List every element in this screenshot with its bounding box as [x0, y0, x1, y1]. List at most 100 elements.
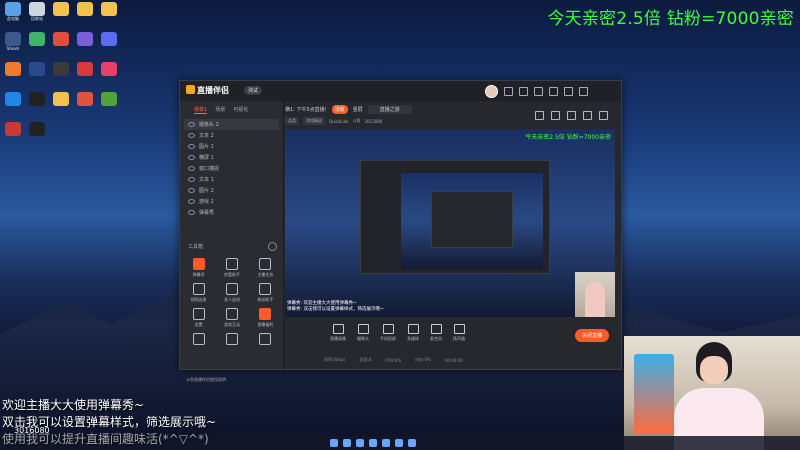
layer-item[interactable]: 文本 2 [184, 130, 279, 141]
stream-title-field[interactable]: 直播之旅 [367, 104, 412, 114]
tool-button[interactable]: 设置 [182, 308, 215, 328]
bottom-tool-button[interactable]: 摄像头 [357, 324, 369, 342]
desktop-icon[interactable]: 此电脑 [2, 2, 24, 21]
skin-icon[interactable] [519, 87, 528, 96]
desktop-icon[interactable]: Steam [2, 32, 24, 51]
eye-icon[interactable] [188, 155, 195, 160]
desktop-icon[interactable] [26, 92, 48, 106]
tab-split[interactable]: 可视化 [233, 106, 248, 114]
bell-icon[interactable] [583, 111, 592, 120]
desktop-icon[interactable] [74, 62, 96, 76]
tool-button[interactable]: 粉丝助手 [249, 283, 282, 303]
scene-tabs: 场景1 场景 可视化 [180, 101, 283, 119]
layer-item[interactable]: 文本 1 [184, 174, 279, 185]
eye-icon[interactable] [188, 133, 195, 138]
layer-name: 窗口捕捉 [199, 166, 220, 172]
layer-item[interactable]: 弹幕秀 [184, 207, 279, 218]
minimize-icon[interactable] [549, 87, 558, 96]
eye-icon[interactable] [188, 199, 195, 204]
eye-icon[interactable] [188, 122, 195, 127]
desktop-icon[interactable] [50, 62, 72, 76]
maximize-icon[interactable] [564, 87, 573, 96]
desktop-icon[interactable] [26, 32, 48, 46]
desktop-icon[interactable] [26, 62, 48, 76]
desktop-icon[interactable]: 回收站 [26, 2, 48, 21]
scene-badge[interactable]: 场景 [331, 104, 348, 114]
desktop-icon[interactable] [98, 32, 120, 46]
bottom-tool-button[interactable]: 麦克风 [430, 324, 442, 342]
layer-item[interactable]: 摄像头 2 [184, 119, 279, 130]
desktop-icon[interactable] [2, 62, 24, 76]
desktop-icon[interactable] [74, 2, 96, 16]
eye-icon[interactable] [188, 210, 195, 215]
category-chip-game[interactable]: 游戏精选 [303, 117, 325, 125]
search-icon[interactable] [343, 439, 351, 447]
desktop-icon[interactable] [50, 32, 72, 46]
go-live-button[interactable]: 关闭直播 [575, 329, 610, 342]
chat-text: 欢迎主播大大使用弹幕秀~ [2, 398, 145, 412]
bottom-tool-icon [407, 324, 419, 334]
desktop-icon[interactable] [26, 122, 48, 136]
tool-button[interactable] [249, 333, 282, 347]
desktop-icon[interactable] [98, 62, 120, 76]
bottom-tool-button[interactable]: 直播录像 [330, 324, 346, 342]
tool-button[interactable] [215, 333, 248, 347]
share-icon[interactable] [567, 111, 576, 120]
tool-button[interactable] [182, 333, 215, 347]
tab-scene-1[interactable]: 场景1 [194, 106, 208, 114]
tool-button[interactable]: 游戏互动 [215, 308, 248, 328]
usage-notice-link[interactable]: 斗鱼直播伴侣使用说明 [186, 377, 226, 383]
layer-item[interactable]: 图片 2 [184, 185, 279, 196]
desktop-icon[interactable] [50, 92, 72, 106]
desktop-app-icon [29, 92, 45, 106]
orientation-toggle[interactable]: 竖屏 [353, 106, 363, 113]
menu-icon[interactable] [534, 87, 543, 96]
app-icon[interactable] [395, 439, 403, 447]
tool-button[interactable]: 弹幕秀 [182, 258, 215, 278]
tool-button[interactable]: 主播任务 [249, 258, 282, 278]
user-avatar[interactable] [485, 85, 498, 98]
webcam-feed [624, 336, 800, 450]
tool-button[interactable]: 视频连麦 [182, 283, 215, 303]
tool-button[interactable]: 多人连线 [215, 283, 248, 303]
desktop-icon[interactable] [98, 2, 120, 16]
message-icon[interactable] [504, 87, 513, 96]
desktop-app-icon [101, 32, 117, 46]
eye-icon[interactable] [188, 188, 195, 193]
desktop-icon[interactable] [98, 92, 120, 106]
layer-item[interactable]: 窗口捕捉 [184, 163, 279, 174]
menu-dots-icon[interactable] [599, 111, 608, 120]
desktop-icon[interactable] [74, 92, 96, 106]
eye-icon[interactable] [188, 177, 195, 182]
bottom-tool-button[interactable]: 手机投屏 [380, 324, 396, 342]
layer-item[interactable]: 横屏 1 [184, 152, 279, 163]
tab-scene[interactable]: 场景 [215, 106, 225, 114]
explorer-icon[interactable] [369, 439, 377, 447]
gift-icon[interactable] [535, 111, 544, 120]
lock-icon[interactable] [551, 111, 560, 120]
tool-icon [225, 258, 238, 270]
start-icon[interactable] [330, 439, 338, 447]
browser-icon[interactable] [382, 439, 390, 447]
eye-icon[interactable] [188, 166, 195, 171]
category-chip[interactable]: 品类 [285, 117, 299, 125]
layer-item[interactable]: 游戏 2 [184, 196, 279, 207]
preview-canvas[interactable]: 今天亲密2.5倍 钻粉=7000亲密 弹幕秀: 欢迎主播大大使用弹幕秀~ 弹幕秀… [285, 129, 615, 317]
desktop-icon[interactable] [74, 32, 96, 46]
tool-button[interactable]: 房管助手 [215, 258, 248, 278]
app-icon[interactable] [408, 439, 416, 447]
eye-icon[interactable] [188, 144, 195, 149]
close-icon[interactable] [579, 87, 588, 96]
bottom-tool-button[interactable]: 扬声器 [453, 324, 465, 342]
layer-item[interactable]: 图片 1 [184, 141, 279, 152]
desktop-app-icon [53, 2, 69, 16]
desktop-icon[interactable] [50, 2, 72, 16]
tools-settings-icon[interactable] [268, 242, 277, 251]
tool-button[interactable]: 直播福利 [249, 308, 282, 328]
bottom-tool-button[interactable]: 多媒体 [407, 324, 419, 342]
taskview-icon[interactable] [356, 439, 364, 447]
version-badge[interactable]: 测试 [244, 86, 263, 95]
desktop-icon[interactable] [2, 92, 24, 106]
desktop-icon[interactable] [2, 122, 24, 136]
category-link[interactable]: QuickLink [329, 119, 349, 124]
